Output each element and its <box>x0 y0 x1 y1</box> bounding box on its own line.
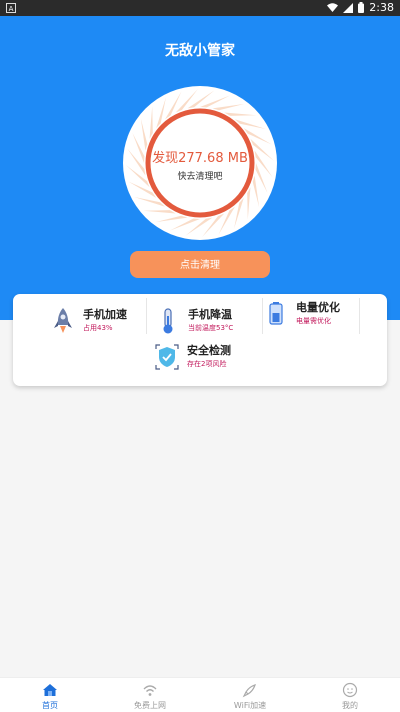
feature-divider <box>146 298 147 334</box>
scan-gauge[interactable]: 发现277.68 MB 快去清理吧 <box>122 85 278 241</box>
shield-icon <box>155 344 179 370</box>
feature-subtitle: 占用43% <box>83 324 113 332</box>
status-icons: 2:38 <box>327 1 394 14</box>
feature-title: 电量优化 <box>296 301 340 314</box>
clean-button[interactable]: 点击清理 <box>130 251 270 278</box>
home-icon <box>43 684 57 696</box>
rocket-icon <box>242 684 256 698</box>
tab-label: 免费上网 <box>134 701 166 710</box>
tab-label: WiFi加速 <box>233 701 267 710</box>
status-bar: A 2:38 <box>0 0 400 16</box>
rocket-icon <box>54 308 72 333</box>
feature-title: 安全检测 <box>187 344 231 357</box>
tab-free-internet[interactable]: 免费上网 <box>100 678 200 712</box>
feature-subtitle: 电量需优化 <box>296 317 331 325</box>
battery-icon <box>269 302 283 325</box>
cell-signal-icon <box>343 2 354 13</box>
feature-security-check[interactable]: 安全检测 存在2项风险 <box>154 342 264 372</box>
feature-title: 手机加速 <box>83 308 127 321</box>
tab-wifi-boost[interactable]: WiFi加速 <box>200 678 300 712</box>
tab-label: 首页 <box>42 701 58 710</box>
feature-cool-down[interactable]: 手机降温 当前温度53°C <box>155 306 260 336</box>
app-notification-icon: A <box>6 3 16 13</box>
battery-status-icon <box>358 2 365 13</box>
app-title: 无敌小管家 <box>165 43 235 59</box>
tab-mine[interactable]: 我的 <box>300 678 400 712</box>
clock: 2:38 <box>369 1 394 14</box>
found-size-text: 发现277.68 MB <box>152 151 248 166</box>
thermometer-icon <box>163 308 173 334</box>
feature-speed-up[interactable]: 手机加速 占用43% <box>50 306 145 336</box>
feature-subtitle: 存在2项风险 <box>187 360 227 368</box>
feature-title: 手机降温 <box>188 308 232 321</box>
feature-card: 手机加速 占用43% 手机降温 当前温度53°C 电量优化 电量需优化 安全检测… <box>13 294 387 386</box>
user-icon <box>342 682 358 698</box>
tab-home[interactable]: 首页 <box>0 678 100 712</box>
tab-label: 我的 <box>342 701 358 710</box>
wifi-signal-icon <box>327 3 339 12</box>
feature-battery-optimize[interactable]: 电量优化 电量需优化 <box>263 299 358 329</box>
bottom-tab-bar: 首页 免费上网 WiFi加速 我的 <box>0 677 400 712</box>
wifi-icon <box>143 685 157 696</box>
feature-subtitle: 当前温度53°C <box>188 324 234 332</box>
found-hint-text: 快去清理吧 <box>177 172 223 182</box>
feature-divider <box>359 298 360 334</box>
